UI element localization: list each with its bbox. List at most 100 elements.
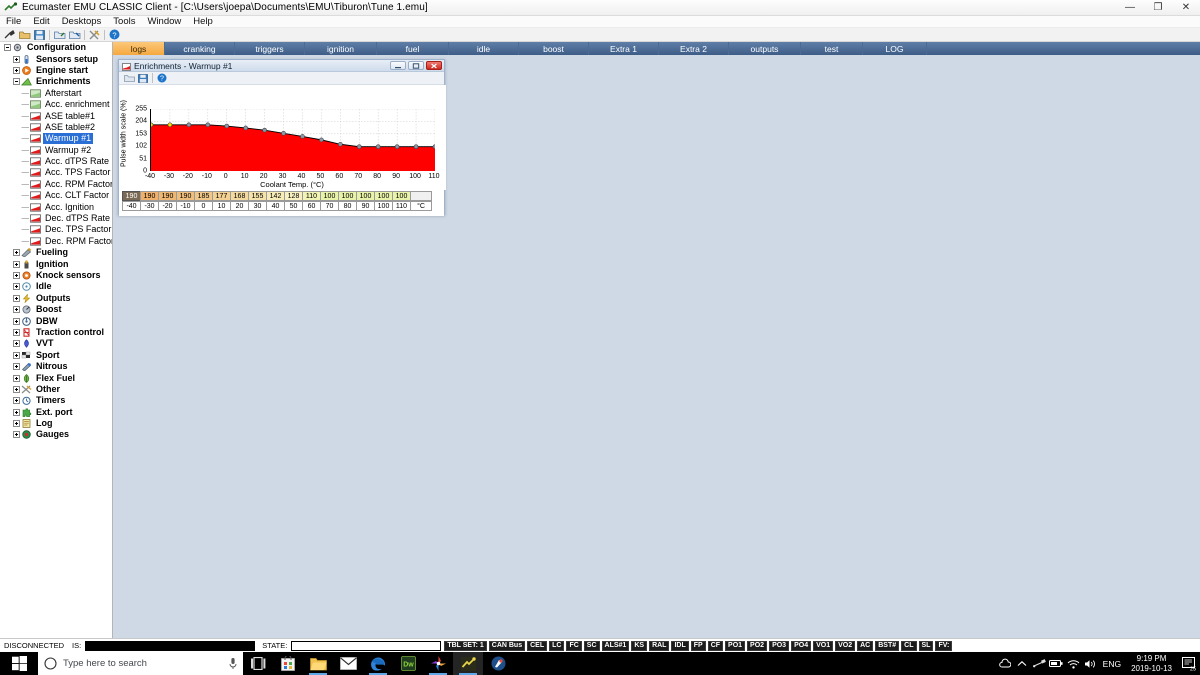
notification-center-icon[interactable]: 25	[1178, 652, 1200, 675]
task-view-icon[interactable]	[243, 652, 273, 675]
table-cell-value[interactable]: 100	[320, 191, 339, 201]
expand-icon[interactable]	[12, 271, 21, 280]
ecumaster-client-icon[interactable]	[453, 652, 483, 675]
tree-item-boost[interactable]: Boost	[0, 304, 112, 315]
tree-item-flex-fuel[interactable]: Flex Fuel	[0, 372, 112, 383]
table-cell-value[interactable]: 185	[194, 191, 213, 201]
network-icon[interactable]	[1065, 652, 1082, 675]
collapse-icon[interactable]	[12, 77, 21, 86]
table-cell-axis[interactable]: 20	[230, 201, 249, 211]
tree-item-idle[interactable]: Idle	[0, 281, 112, 292]
table-cell-axis[interactable]: 30	[248, 201, 267, 211]
expand-icon[interactable]	[12, 317, 21, 326]
battery-icon[interactable]	[1048, 652, 1065, 675]
chart-point[interactable]	[205, 122, 211, 128]
expand-icon[interactable]	[12, 66, 21, 75]
table-cell-axis[interactable]: 90	[356, 201, 375, 211]
chart-point[interactable]	[281, 131, 286, 136]
child-minimize-button[interactable]	[390, 61, 406, 70]
chart-point[interactable]	[394, 144, 400, 149]
connect-icon[interactable]	[2, 28, 17, 41]
tree-item-other[interactable]: Other	[0, 384, 112, 395]
table-cell-axis[interactable]: -30	[140, 201, 159, 211]
table-cell-axis[interactable]: -10	[176, 201, 195, 211]
tree-item-traction-control[interactable]: Traction control	[0, 327, 112, 338]
tree-item-afterstart[interactable]: Afterstart	[0, 88, 112, 99]
tree-item-ase-table-1[interactable]: ASE table#1	[0, 110, 112, 121]
tree-item-dbw[interactable]: DBW	[0, 315, 112, 326]
close-button[interactable]: ✕	[1172, 0, 1200, 16]
chart-point[interactable]	[224, 123, 230, 129]
chart-point[interactable]	[186, 122, 192, 128]
table-cell-value[interactable]: 128	[284, 191, 303, 201]
clock[interactable]: 9:19 PM 2019-10-13	[1125, 652, 1178, 675]
tree-item-fueling[interactable]: Fueling	[0, 247, 112, 258]
paint-icon[interactable]	[483, 652, 513, 675]
table-cell-value[interactable]: 190	[140, 191, 159, 201]
tree-item-log[interactable]: Log	[0, 418, 112, 429]
table-cell-axis[interactable]: 50	[284, 201, 303, 211]
expand-icon[interactable]	[12, 362, 21, 371]
tree-item-ext-port[interactable]: Ext. port	[0, 407, 112, 418]
chart-point[interactable]	[413, 144, 419, 149]
table-cell-value[interactable]: 110	[302, 191, 321, 201]
expand-icon[interactable]	[12, 419, 21, 428]
mail-icon[interactable]	[333, 652, 363, 675]
child-close-button[interactable]	[426, 61, 442, 70]
minimize-button[interactable]: —	[1116, 0, 1144, 16]
table-cell-value[interactable]: 190	[122, 191, 141, 201]
menu-item-window[interactable]: Window	[141, 16, 187, 28]
table-cell-axis[interactable]: 60	[302, 201, 321, 211]
menu-item-file[interactable]: File	[0, 16, 27, 28]
table-cell-axis[interactable]: -20	[158, 201, 177, 211]
table-cell-value[interactable]: 142	[266, 191, 285, 201]
menu-item-edit[interactable]: Edit	[27, 16, 55, 28]
tree-item-acc-dtps-rate[interactable]: Acc. dTPS Rate	[0, 156, 112, 167]
photos-icon[interactable]	[423, 652, 453, 675]
usb-icon[interactable]	[1031, 652, 1048, 675]
chart-point[interactable]	[151, 122, 154, 128]
table-cell-value[interactable]: 155	[248, 191, 267, 201]
tree-item-ignition[interactable]: Ignition	[0, 258, 112, 269]
tab-outputs[interactable]: outputs	[729, 42, 801, 55]
tab-ignition[interactable]: ignition	[305, 42, 377, 55]
chart-point[interactable]	[300, 134, 305, 139]
expand-icon[interactable]	[12, 260, 21, 269]
tree-item-timers[interactable]: Timers	[0, 395, 112, 406]
maximize-button[interactable]: ❐	[1144, 0, 1172, 16]
desktop-tab-bar[interactable]: logs cranking triggers ignition fuel idle boos…	[113, 42, 1200, 55]
table-cell-value[interactable]: 168	[230, 191, 249, 201]
table-cell-axis[interactable]: 80	[338, 201, 357, 211]
table-cell-value[interactable]: 100	[356, 191, 375, 201]
tab-extra-2[interactable]: Extra 2	[659, 42, 729, 55]
help-icon[interactable]: ?	[107, 28, 122, 41]
menu-item-help[interactable]: Help	[187, 16, 219, 28]
search-input[interactable]: Type here to search	[38, 652, 243, 675]
chart-point[interactable]	[375, 144, 381, 149]
tree-item-warmup-1[interactable]: Warmup #1	[0, 133, 112, 145]
open-file-icon[interactable]	[17, 28, 32, 41]
table-cell-value[interactable]: 100	[338, 191, 357, 201]
tree-item-gauges[interactable]: Gauges	[0, 429, 112, 440]
expand-icon[interactable]	[12, 351, 21, 360]
warmup-data-table[interactable]: 190 190 190 190 185 177 168 155 142 128 110 100 100 1…	[122, 191, 432, 211]
table-cell-axis[interactable]: 70	[320, 201, 339, 211]
file-explorer-icon[interactable]	[303, 652, 333, 675]
tree-item-sensors-setup[interactable]: Sensors setup	[0, 53, 112, 64]
expand-icon[interactable]	[12, 305, 21, 314]
tree-item-acc-tps-factor[interactable]: Acc. TPS Factor	[0, 167, 112, 178]
plot-area[interactable]	[150, 109, 435, 171]
tree-item-knock-sensors[interactable]: Knock sensors	[0, 270, 112, 281]
expand-icon[interactable]	[12, 408, 21, 417]
chart-point[interactable]	[356, 144, 362, 149]
tab-boost[interactable]: boost	[519, 42, 589, 55]
tree-item-dec-rpm-factor[interactable]: Dec. RPM Factor	[0, 236, 112, 247]
table-cell-axis[interactable]: -40	[122, 201, 141, 211]
expand-icon[interactable]	[12, 248, 21, 257]
expand-icon[interactable]	[12, 55, 21, 64]
export-icon[interactable]	[67, 28, 82, 41]
tree-item-outputs[interactable]: Outputs	[0, 293, 112, 304]
expand-icon[interactable]	[12, 374, 21, 383]
table-cell-value[interactable]: 190	[158, 191, 177, 201]
expand-icon[interactable]	[12, 396, 21, 405]
